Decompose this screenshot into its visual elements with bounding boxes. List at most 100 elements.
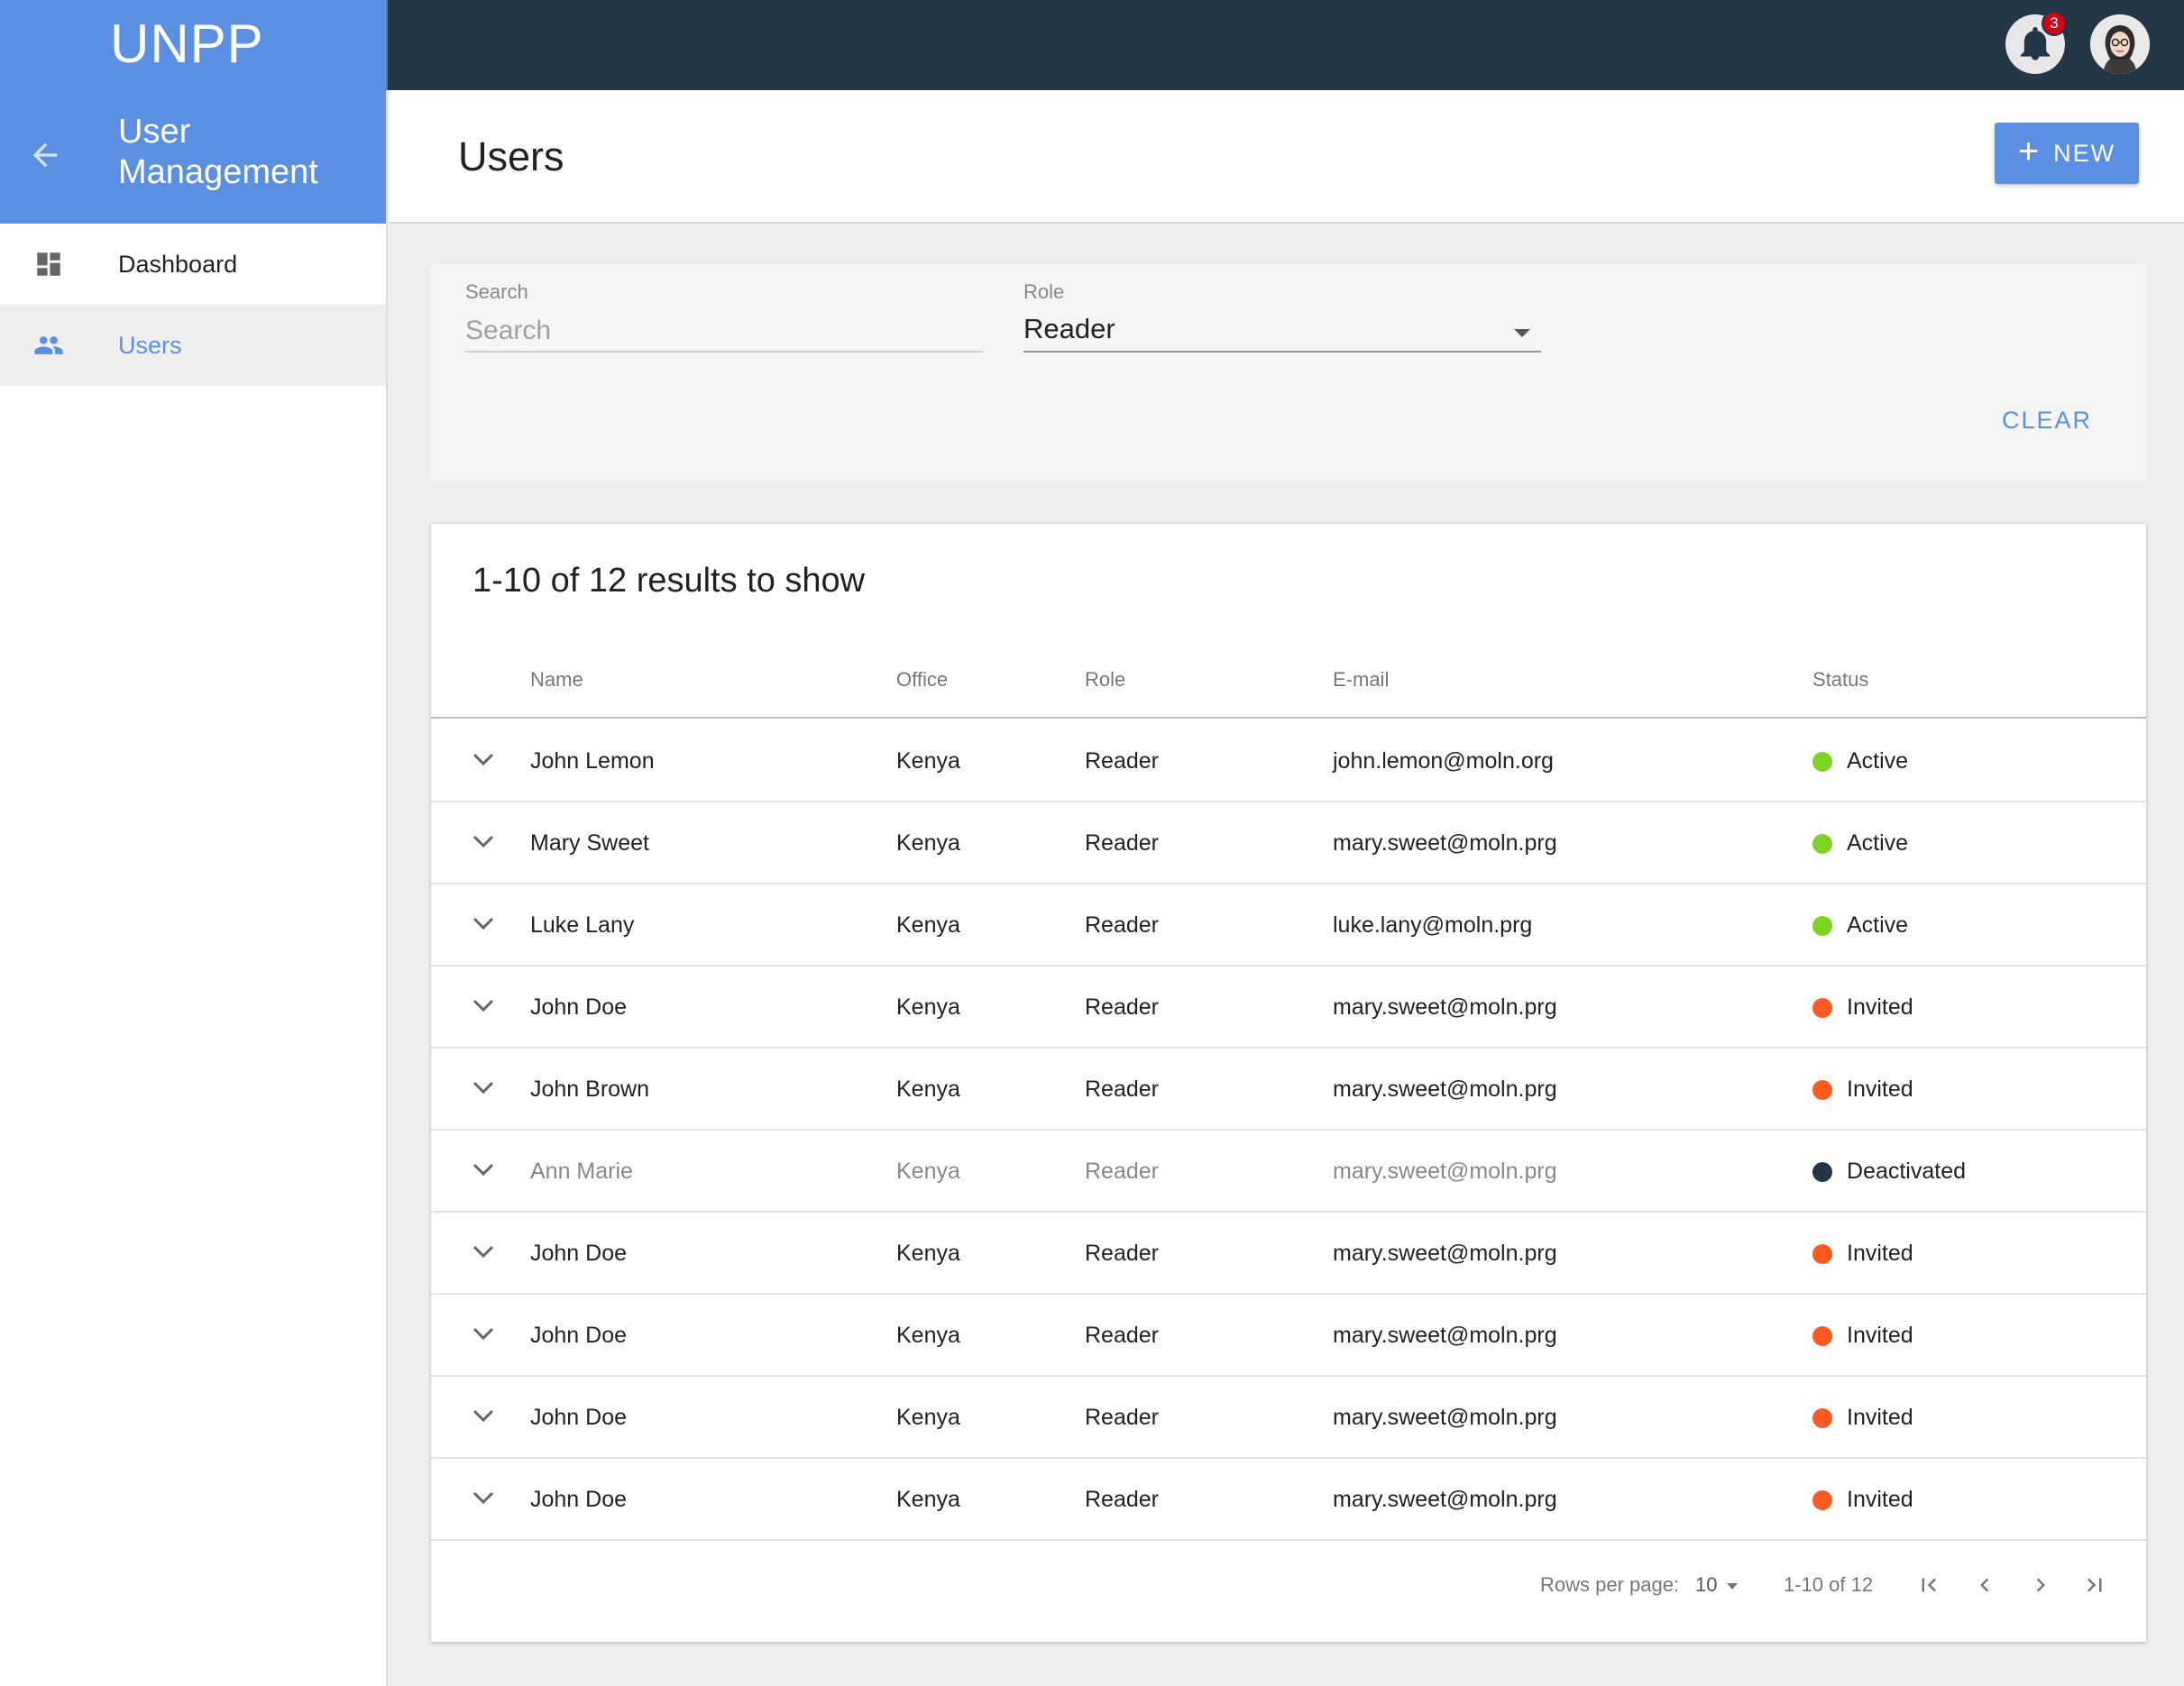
sidebar-item-users[interactable]: Users [0,305,386,386]
chevron-down-icon[interactable] [473,1490,494,1505]
cell-email: mary.sweet@moln.prg [1333,1159,1557,1184]
table-row[interactable]: John Doe Kenya Reader mary.sweet@moln.prg In… [431,1459,2146,1541]
status-dot [1812,1244,1832,1264]
chevron-down-icon[interactable] [473,1080,494,1095]
search-input[interactable] [465,311,983,353]
rows-per-page-label: Rows per page: [1540,1573,1680,1596]
first-page-icon[interactable] [1915,1571,1942,1599]
column-header-status[interactable]: Status [1812,641,1868,719]
cell-name: John Brown [530,1077,650,1102]
cell-role: Reader [1085,994,1159,1020]
cell-email: mary.sweet@moln.prg [1333,1241,1557,1266]
table-row[interactable]: John Lemon Kenya Reader john.lemon@moln.org… [431,720,2146,802]
cell-role: Reader [1085,1405,1159,1430]
caret-down-icon [1514,329,1530,337]
users-table-card: 1-10 of 12 results to show Name Office R… [431,524,2146,1642]
cell-status: Active [1847,748,1909,774]
role-select[interactable]: Reader [1023,311,1541,353]
table-row[interactable]: John Doe Kenya Reader mary.sweet@moln.prg In… [431,967,2146,1049]
chevron-down-icon[interactable] [473,834,494,848]
cell-status: Invited [1847,1323,1913,1348]
cell-office: Kenya [896,1159,960,1184]
chevron-down-icon[interactable] [473,1408,494,1423]
sidebar: User Management Dashboard Users [0,90,388,1686]
table-row[interactable]: Luke Lany Kenya Reader luke.lany@moln.prg Ac… [431,884,2146,967]
cell-role: Reader [1085,830,1159,856]
rows-per-page-select[interactable]: 10 [1695,1573,1717,1597]
brand-logo-text: UNPP [110,14,264,74]
cell-name: Mary Sweet [530,830,649,856]
cell-name: John Doe [530,994,628,1020]
topbar-actions: 3 [2005,11,2150,74]
cell-role: Reader [1085,1077,1159,1102]
caret-down-icon[interactable] [1727,1583,1738,1590]
table-row[interactable]: John Doe Kenya Reader mary.sweet@moln.prg In… [431,1213,2146,1295]
cell-office: Kenya [896,1241,960,1266]
cell-email: mary.sweet@moln.prg [1333,1487,1557,1512]
chevron-down-icon[interactable] [473,1326,494,1341]
sidebar-title: User Management [118,113,318,191]
role-label: Role [1023,280,1065,303]
page-title: Users [458,133,564,179]
cell-role: Reader [1085,748,1159,774]
cell-status: Deactivated [1847,1159,1967,1184]
cell-status: Invited [1847,1241,1913,1266]
table-row[interactable]: John Brown Kenya Reader mary.sweet@moln.prg… [431,1049,2146,1131]
cell-name: John Lemon [530,748,655,774]
column-header-name[interactable]: Name [530,641,583,719]
table-row[interactable]: Ann Marie Kenya Reader mary.sweet@moln.prg D… [431,1131,2146,1213]
chevron-left-icon[interactable] [1971,1571,1998,1599]
chevron-right-icon[interactable] [2027,1571,2054,1599]
cell-email: mary.sweet@moln.prg [1333,994,1557,1020]
brand-block[interactable]: UNPP [0,0,388,90]
cell-name: John Doe [530,1487,628,1512]
new-user-button[interactable]: + NEW [1995,123,2139,184]
cell-office: Kenya [896,1405,960,1430]
clear-filters-button[interactable]: CLEAR [2002,407,2092,435]
sidebar-item-dashboard[interactable]: Dashboard [0,224,386,305]
cell-email: mary.sweet@moln.prg [1333,1323,1557,1348]
cell-office: Kenya [896,912,960,938]
chevron-down-icon[interactable] [473,752,494,766]
column-header-email[interactable]: E-mail [1333,641,1389,719]
cell-status: Active [1847,912,1909,938]
notifications-button[interactable]: 3 [2005,11,2067,74]
status-dot [1812,752,1832,772]
table-row[interactable]: Mary Sweet Kenya Reader mary.sweet@moln.prg… [431,802,2146,884]
role-selected-value: Reader [1023,313,1115,344]
chevron-down-icon[interactable] [473,1244,494,1259]
avatar[interactable] [2090,14,2150,74]
new-button-label: NEW [2053,139,2116,167]
people-icon [34,336,63,354]
chevron-down-icon[interactable] [473,998,494,1013]
cell-office: Kenya [896,1077,960,1102]
arrow-back-icon[interactable] [27,137,63,173]
sidebar-item-label: Users [118,331,182,359]
app-root: UNPP 3 User Management Dashboard Users U… [0,0,2184,1686]
cell-email: luke.lany@moln.prg [1333,912,1533,938]
cell-office: Kenya [896,1487,960,1512]
status-dot [1812,1408,1832,1428]
table-row[interactable]: John Doe Kenya Reader mary.sweet@moln.prg In… [431,1377,2146,1459]
notification-count-badge: 3 [2042,11,2067,36]
column-header-role[interactable]: Role [1085,641,1125,719]
cell-name: Luke Lany [530,912,635,938]
chevron-down-icon[interactable] [473,1162,494,1177]
cell-name: John Doe [530,1405,628,1430]
sidebar-header: User Management [0,90,386,224]
cell-role: Reader [1085,1323,1159,1348]
status-dot [1812,1080,1832,1100]
last-page-icon[interactable] [2081,1571,2108,1599]
column-header-office[interactable]: Office [896,641,948,719]
cell-role: Reader [1085,1159,1159,1184]
cell-office: Kenya [896,748,960,774]
chevron-down-icon[interactable] [473,916,494,930]
status-dot [1812,1162,1832,1182]
cell-office: Kenya [896,830,960,856]
status-dot [1812,916,1832,936]
search-label: Search [465,280,528,303]
table-row[interactable]: John Doe Kenya Reader mary.sweet@moln.prg In… [431,1295,2146,1377]
filter-panel: Search Role Reader CLEAR [431,264,2146,481]
cell-status: Invited [1847,994,1913,1020]
cell-email: mary.sweet@moln.prg [1333,1077,1557,1102]
